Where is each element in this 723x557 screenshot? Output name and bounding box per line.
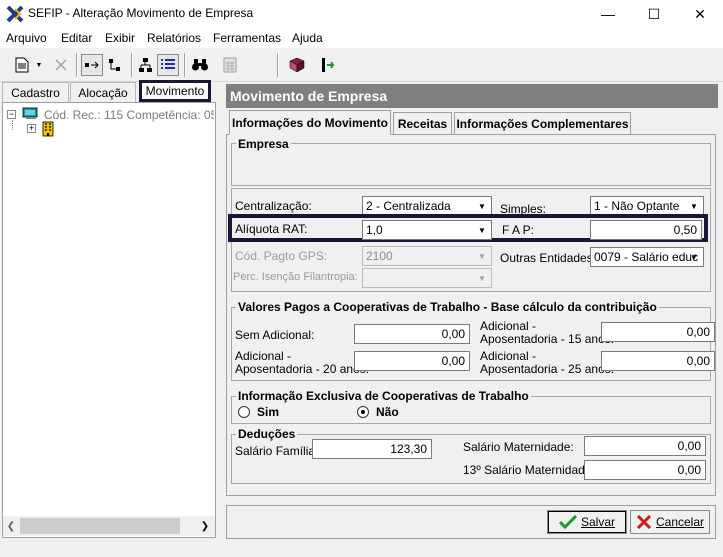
toolbar-separator <box>76 53 78 77</box>
cod-pagto-gps-select[interactable]: 2100 ▼ <box>362 246 492 266</box>
sefip-app-icon <box>6 5 24 23</box>
computer-icon <box>22 107 38 119</box>
adic-25-label-2: Aposentadoria - 25 anos: <box>480 362 615 376</box>
tab-movimento[interactable]: Movimento <box>139 80 211 102</box>
window-title: SEFIP - Alteração Movimento de Empresa <box>28 6 254 20</box>
sem-adicional-input[interactable]: 0,00 <box>354 324 470 344</box>
fap-input[interactable]: 0,50 <box>590 220 702 240</box>
cancel-x-icon <box>636 515 652 529</box>
adic-20-label-2: Aposentadoria - 20 anos: <box>235 362 370 376</box>
adic-20-label-1: Adicional - <box>235 349 292 363</box>
tree-line <box>12 120 13 130</box>
aliquota-rat-label: Alíquota RAT: <box>235 222 308 236</box>
cancel-button[interactable]: Cancelar <box>630 510 710 534</box>
deducoes-title: Deduções <box>236 427 298 441</box>
save-label: Salvar <box>580 515 615 529</box>
adic-15-label-2: Aposentadoria - 15 anos: <box>480 332 615 346</box>
cooperativas-title: Valores Pagos a Cooperativas de Trabalho… <box>236 300 659 314</box>
radio-nao-label[interactable]: Não <box>376 405 399 419</box>
calculator-icon[interactable] <box>219 54 241 76</box>
hierarchy-icon[interactable] <box>135 54 157 76</box>
tree-panel <box>2 102 216 538</box>
new-document-icon[interactable] <box>11 54 33 76</box>
chevron-down-icon: ▼ <box>690 252 698 262</box>
radio-nao[interactable] <box>357 406 369 418</box>
adic-25-input[interactable]: 0,00 <box>601 351 715 371</box>
toolbar-separator <box>131 53 133 77</box>
outras-entidades-value: 0079 - Salário educ <box>594 250 699 264</box>
chevron-down-icon: ▼ <box>478 273 486 283</box>
menu-ajuda[interactable]: Ajuda <box>292 31 323 45</box>
tree-root-label[interactable]: Cód. Rec.: 115 Competência: 05/20 <box>44 108 214 122</box>
toolbar-separator <box>277 53 279 77</box>
salario-maternidade-label: Salário Maternidade: <box>463 440 574 454</box>
checkmark-icon <box>558 515 577 529</box>
save-button[interactable]: Salvar <box>547 510 627 534</box>
list-view-icon[interactable] <box>157 54 179 76</box>
simples-select[interactable]: 1 - Não Optante ▼ <box>590 196 704 216</box>
cod-pagto-gps-label: Cód. Pagto GPS: <box>235 249 328 263</box>
aliquota-rat-select[interactable]: 1,0 ▼ <box>362 220 492 240</box>
tab-cadastro[interactable]: Cadastro <box>2 82 69 102</box>
decimo-maternidade-input[interactable]: 0,00 <box>584 460 706 480</box>
exit-door-icon[interactable] <box>316 54 338 76</box>
dropdown-arrow-icon[interactable]: ▼ <box>33 54 45 76</box>
menu-arquivo[interactable]: Arquivo <box>6 31 47 45</box>
tree-expand-icon[interactable]: + <box>27 124 36 133</box>
tab-alocacao[interactable]: Alocação <box>70 82 136 102</box>
toolbar-separator <box>184 53 186 77</box>
building-icon[interactable] <box>40 121 56 137</box>
adic-25-label-1: Adicional - <box>480 349 537 363</box>
cancel-label: Cancelar <box>655 515 705 529</box>
minimize-button[interactable]: — <box>585 0 631 28</box>
simples-value: 1 - Não Optante <box>594 199 680 213</box>
menu-ferramentas[interactable]: Ferramentas <box>213 31 281 45</box>
perc-isencao-select[interactable]: ▼ <box>362 268 492 288</box>
scroll-right-icon[interactable]: ❯ <box>198 518 212 534</box>
cod-pagto-gps-value: 2100 <box>366 249 393 263</box>
menu-exibir[interactable]: Exibir <box>105 31 135 45</box>
salario-familia-input[interactable]: 123,30 <box>312 439 432 459</box>
exclusiva-title: Informação Exclusiva de Cooperativas de … <box>236 389 531 403</box>
adic-15-input[interactable]: 0,00 <box>601 322 715 342</box>
tab-receitas[interactable]: Receitas <box>393 112 452 134</box>
decimo-maternidade-label: 13º Salário Maternidade: <box>463 463 595 477</box>
aliquota-rat-value: 1,0 <box>366 223 383 237</box>
centralizacao-value: 2 - Centralizada <box>366 199 451 213</box>
tree-arrange-icon[interactable] <box>104 54 126 76</box>
chevron-down-icon: ▼ <box>478 201 486 211</box>
radio-sim[interactable] <box>238 406 250 418</box>
panel-title: Movimento de Empresa <box>226 84 718 108</box>
move-right-icon[interactable] <box>81 54 103 76</box>
perc-isencao-label: Perc. Isenção Filantropia: <box>233 271 358 283</box>
salario-maternidade-input[interactable]: 0,00 <box>584 436 706 456</box>
tree-collapse-icon[interactable]: − <box>7 110 16 119</box>
outras-entidades-select[interactable]: 0079 - Salário educ ▼ <box>590 247 704 267</box>
sem-adicional-label: Sem Adicional: <box>235 328 315 342</box>
outras-entidades-label: Outras Entidades: <box>500 251 597 265</box>
adic-20-input[interactable]: 0,00 <box>354 351 470 371</box>
scrollbar-thumb[interactable] <box>20 518 180 534</box>
maximize-button[interactable]: ☐ <box>631 0 677 28</box>
menu-relatorios[interactable]: Relatórios <box>147 31 201 45</box>
radio-sim-label[interactable]: Sim <box>257 405 279 419</box>
chevron-down-icon: ▼ <box>478 225 486 235</box>
chevron-down-icon: ▼ <box>690 201 698 211</box>
tab-informacoes-movimento[interactable]: Informações do Movimento <box>229 110 391 135</box>
empresa-title: Empresa <box>236 137 291 151</box>
chevron-down-icon: ▼ <box>478 251 486 261</box>
close-button[interactable]: ✕ <box>677 0 723 28</box>
binoculars-icon[interactable] <box>189 54 211 76</box>
adic-15-label-1: Adicional - <box>480 319 537 333</box>
empresa-group <box>231 143 711 186</box>
centralizacao-label: Centralização: <box>235 199 312 213</box>
fap-label: F A P: <box>502 223 535 237</box>
salario-familia-label: Salário Família: <box>235 444 319 458</box>
book-icon[interactable] <box>286 54 308 76</box>
menu-editar[interactable]: Editar <box>61 31 92 45</box>
delete-icon[interactable] <box>50 54 72 76</box>
tab-informacoes-complementares[interactable]: Informações Complementares <box>454 112 631 134</box>
centralizacao-select[interactable]: 2 - Centralizada ▼ <box>362 196 492 216</box>
scroll-left-icon[interactable]: ❮ <box>4 518 18 534</box>
